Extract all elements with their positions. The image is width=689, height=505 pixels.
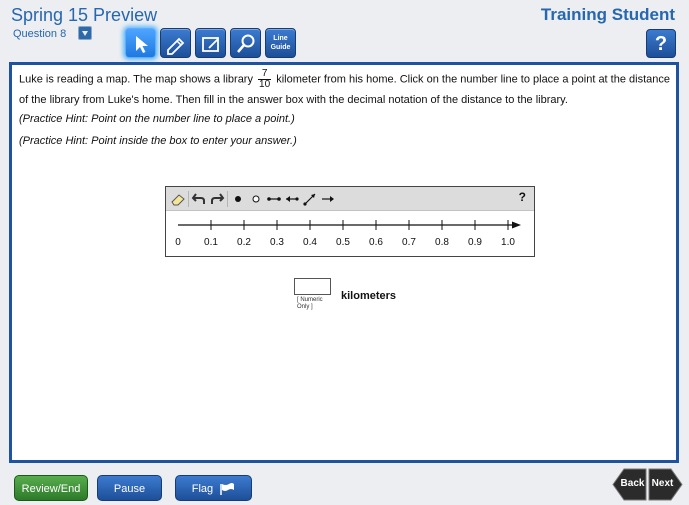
highlighter-icon xyxy=(167,37,185,55)
tick-label: 0.6 xyxy=(369,237,383,248)
question-text-start: Luke is reading a map. The map shows a l… xyxy=(19,73,253,86)
magnifier-icon xyxy=(237,34,255,53)
left-ray-icon[interactable] xyxy=(284,191,300,207)
open-point-icon[interactable] xyxy=(248,191,264,207)
tick-label: 0.2 xyxy=(237,237,251,248)
question-text: Luke is reading a map. The map shows a l… xyxy=(19,69,674,110)
number-line-help-button[interactable]: ? xyxy=(519,190,526,204)
flag-icon xyxy=(220,483,235,496)
line-guide-label: Line Guide xyxy=(270,35,291,51)
review-end-test-button[interactable]: Review/End Test xyxy=(14,475,88,501)
number-line-arrow xyxy=(512,221,521,229)
highlighter-tool-button[interactable] xyxy=(160,28,191,58)
help-button[interactable]: ? xyxy=(646,29,676,58)
practice-hint-number-line: (Practice Hint: Point on the number line… xyxy=(19,113,295,125)
point-icon[interactable] xyxy=(230,191,246,207)
number-line[interactable]: 0 0.1 0.2 0.3 0.4 0.5 0.6 0.7 0.8 0.9 1.0 xyxy=(166,211,536,257)
tick-label: 0 xyxy=(175,237,181,248)
tick-label: 1.0 xyxy=(501,237,515,248)
number-line-toolbar: ? xyxy=(166,187,534,211)
test-title: Spring 15 Preview xyxy=(11,5,158,25)
magnifier-tool-button[interactable] xyxy=(230,28,261,58)
notepad-tool-button[interactable] xyxy=(195,28,226,58)
flag-label: Flag xyxy=(191,483,214,495)
question-panel: Luke is reading a map. The map shows a l… xyxy=(9,62,679,463)
answer-unit: kilometers xyxy=(341,290,397,302)
next-label: Next xyxy=(651,478,674,489)
student-name: Training Student xyxy=(540,5,675,24)
tick-label: 0.3 xyxy=(270,237,284,248)
numeric-only-hint-line2: Only ] xyxy=(297,304,313,310)
right-ray-icon[interactable] xyxy=(320,191,336,207)
number-line-widget[interactable]: ? 0 0.1 0.2 0.3 0.4 0.5 0.6 0.7 0.8 0.9 1.0 xyxy=(165,186,535,257)
question-label: Question 8 xyxy=(13,28,67,40)
pointer-tool-button[interactable] xyxy=(125,28,156,58)
flag-button[interactable]: Flag xyxy=(175,475,252,501)
pointer-icon xyxy=(136,36,148,53)
fraction: 7 10 xyxy=(258,69,272,90)
tick-label: 0.1 xyxy=(204,237,218,248)
numeric-only-hint-line1: [ Numeric xyxy=(297,297,323,303)
eraser-icon[interactable] xyxy=(170,191,186,207)
tick-label: 0.7 xyxy=(402,237,416,248)
numeric-only-hint: [ Numeric Only ] xyxy=(297,297,323,311)
toolbar-divider xyxy=(227,191,228,207)
undo-icon[interactable] xyxy=(191,191,207,207)
fraction-denominator: 10 xyxy=(259,79,271,90)
pause-button[interactable]: Pause xyxy=(97,475,162,501)
tick-label: 0.8 xyxy=(435,237,449,248)
tick-label: 0.5 xyxy=(336,237,350,248)
line-icon[interactable] xyxy=(302,191,318,207)
next-button[interactable]: Next xyxy=(648,467,683,502)
tick-label: 0.9 xyxy=(468,237,482,248)
question-dropdown[interactable] xyxy=(78,26,92,40)
toolbar-divider xyxy=(188,191,189,207)
line-guide-button[interactable]: Line Guide xyxy=(265,28,296,58)
tick-label: 0.4 xyxy=(303,237,317,248)
segment-icon[interactable] xyxy=(266,191,282,207)
practice-hint-answer-box: (Practice Hint: Point inside the box to … xyxy=(19,135,297,147)
redo-icon[interactable] xyxy=(209,191,225,207)
answer-input[interactable] xyxy=(294,278,331,295)
back-button[interactable]: Back xyxy=(612,467,647,502)
notepad-icon xyxy=(202,37,219,52)
